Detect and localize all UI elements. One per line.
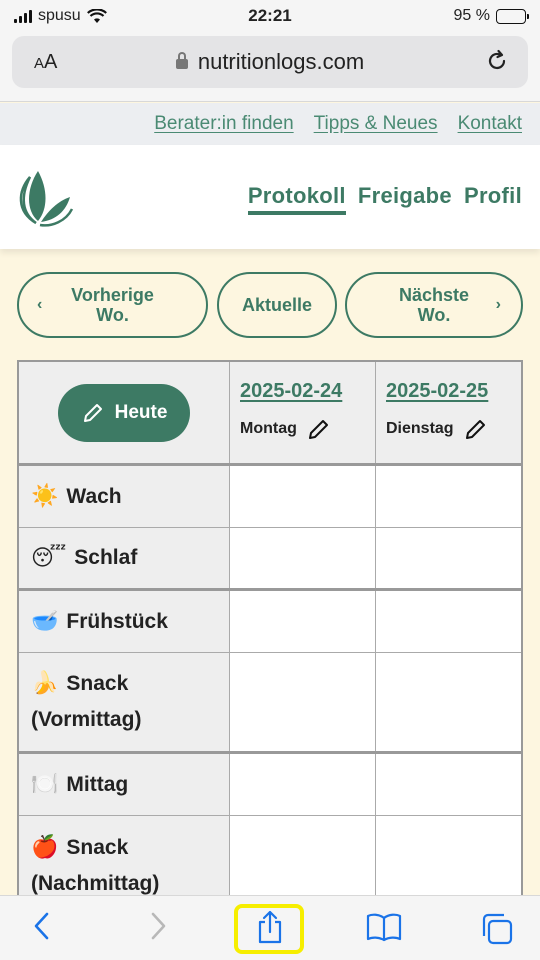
table-cell[interactable]	[376, 528, 521, 588]
row-label: Snack	[66, 836, 129, 859]
chevron-right-icon: ›	[495, 296, 501, 313]
weekday-label: Dienstag	[386, 420, 454, 437]
table-cell[interactable]	[376, 754, 521, 815]
bookmarks-icon[interactable]	[365, 912, 403, 942]
day-date-link[interactable]: 2025-02-24	[240, 380, 375, 403]
next-week-label: Nächste	[398, 285, 470, 305]
table-cell[interactable]	[230, 466, 376, 527]
next-week-label-2: Wo.	[417, 305, 451, 325]
row-label: Wach	[66, 484, 122, 508]
row-label: Frühstück	[66, 609, 168, 633]
row-sublabel: (Vormittag)	[31, 708, 142, 731]
lock-icon	[175, 52, 188, 69]
leaf-logo-icon[interactable]	[14, 165, 74, 227]
row-label: Snack	[66, 672, 129, 695]
next-week-button[interactable]: Nächste Wo. ›	[345, 272, 523, 338]
day-date-link[interactable]: 2025-02-25	[386, 380, 521, 403]
share-icon[interactable]	[255, 910, 285, 944]
forward-icon[interactable]	[146, 908, 170, 944]
cellular-signal-icon	[14, 9, 32, 23]
plate-icon: 🍽️	[31, 772, 59, 797]
url-text: nutritionlogs.com	[197, 49, 365, 74]
battery-percent: 95 %	[453, 7, 490, 24]
table-cell[interactable]	[376, 653, 521, 751]
day-column-header: 2025-02-24 Montag	[230, 362, 376, 463]
table-row: 🍌 Snack (Vormittag)	[19, 653, 521, 754]
browser-bottom-bar	[0, 895, 540, 960]
today-button[interactable]: Heute	[58, 383, 190, 442]
carrier-name: spusu	[38, 7, 81, 24]
table-cell[interactable]	[230, 591, 376, 652]
table-row: 😴 Schlaf	[19, 528, 521, 591]
table-cell[interactable]	[230, 754, 376, 815]
table-cell[interactable]	[376, 466, 521, 527]
row-label: Mittag	[66, 772, 129, 796]
table-row: 🥣 Frühstück	[19, 591, 521, 653]
tabs-icon[interactable]	[480, 912, 514, 946]
row-label: Schlaf	[74, 546, 138, 569]
sun-icon: ☀️	[31, 484, 59, 509]
clock: 22:21	[248, 6, 292, 25]
table-row: 🍽️ Mittag	[19, 754, 521, 816]
previous-week-button[interactable]: ‹ Vorherige Wo.	[17, 272, 208, 338]
table-cell[interactable]	[230, 653, 376, 751]
nav-protokoll[interactable]: Protokoll	[247, 183, 346, 215]
table-cell[interactable]	[376, 591, 521, 652]
table-row: ☀️ Wach	[19, 466, 521, 528]
table-header-row: Heute 2025-02-24 Montag 2025-02-25 Diens…	[19, 362, 521, 466]
pencil-icon[interactable]	[307, 417, 331, 441]
reload-icon[interactable]	[484, 48, 510, 74]
site-header: Protokoll Freigabe Profil	[0, 145, 540, 249]
nav-freigabe[interactable]: Freigabe	[358, 183, 452, 215]
sleeping-face-icon: 😴	[31, 545, 67, 571]
top-links: Berater:in finden Tipps & Neues Kontakt	[0, 103, 540, 145]
bowl-icon: 🥣	[31, 609, 59, 634]
weekday-label: Montag	[240, 420, 297, 437]
current-week-button[interactable]: Aktuelle	[217, 272, 337, 338]
browser-toolbar: AA nutritionlogs.com	[0, 32, 540, 102]
nav-profil[interactable]: Profil	[464, 183, 522, 215]
pencil-icon[interactable]	[464, 417, 488, 441]
link-contact[interactable]: Kontakt	[458, 113, 522, 135]
main-nav: Protokoll Freigabe Profil	[247, 183, 522, 215]
wifi-icon	[86, 8, 107, 23]
link-find-advisor[interactable]: Berater:in finden	[154, 113, 293, 135]
chevron-left-icon: ‹	[37, 296, 43, 313]
day-column-header: 2025-02-25 Dienstag	[376, 362, 521, 463]
previous-week-label-2: Wo.	[96, 305, 129, 325]
link-tips-news[interactable]: Tipps & Neues	[314, 113, 438, 135]
pencil-icon	[83, 403, 102, 422]
text-size-button[interactable]: AA	[34, 51, 57, 74]
battery-icon	[496, 8, 529, 24]
log-table: Heute 2025-02-24 Montag 2025-02-25 Diens…	[17, 360, 523, 917]
previous-week-label: Vorherige	[71, 285, 154, 305]
banana-icon: 🍌	[31, 671, 59, 696]
address-bar[interactable]: AA nutritionlogs.com	[12, 36, 528, 88]
status-bar: spusu 22:21 95 %	[0, 0, 540, 32]
apple-icon: 🍎	[31, 835, 59, 860]
table-cell[interactable]	[230, 528, 376, 588]
back-icon[interactable]	[30, 908, 54, 944]
today-label: Heute	[114, 401, 168, 423]
